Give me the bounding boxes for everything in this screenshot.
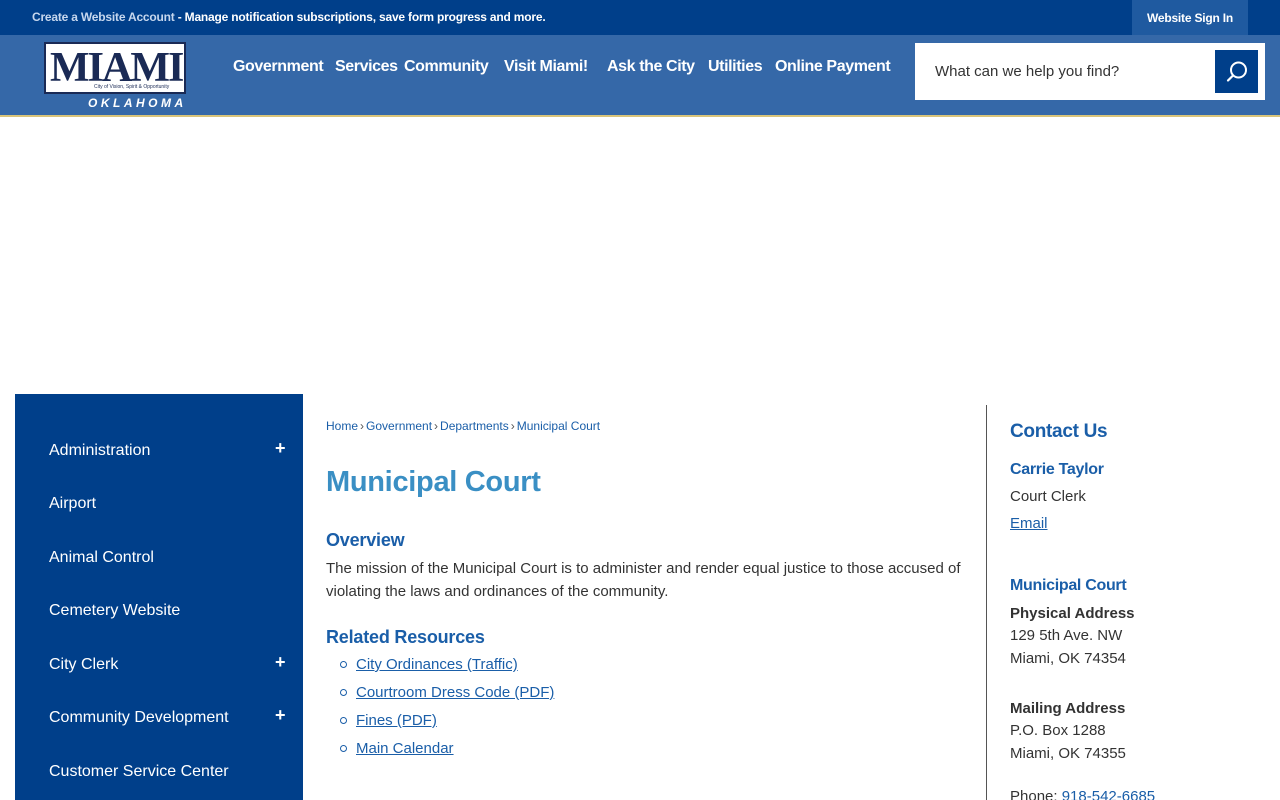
contact-name: Carrie Taylor — [1010, 461, 1104, 478]
overview-heading: Overview — [326, 530, 405, 550]
sidebar-item-airport[interactable]: Airport — [15, 479, 303, 532]
resource-link-fines[interactable]: Fines (PDF) — [356, 712, 437, 729]
mailing-address-line2: Miami, OK 74355 — [1010, 745, 1126, 762]
bullet-icon — [340, 689, 347, 696]
search-box — [915, 43, 1265, 100]
nav-services[interactable]: Services — [335, 58, 398, 80]
breadcrumb-departments[interactable]: Departments — [440, 419, 509, 433]
search-button[interactable] — [1215, 50, 1258, 93]
breadcrumb: Home › Government › Departments › Municipal Co… — [326, 419, 600, 433]
phone-link[interactable]: 918-542-6685 — [1062, 788, 1155, 800]
phone-row: Phone: 918-542-6685 — [1010, 788, 1155, 800]
overview-text: The mission of the Municipal Court is to… — [326, 560, 961, 600]
sidebar-item-label: City Clerk — [49, 656, 119, 673]
sidebar-item-label: Airport — [49, 495, 97, 512]
physical-address-line2: Miami, OK 74354 — [1010, 650, 1126, 667]
sidebar-item-animal-control[interactable]: Animal Control — [15, 533, 303, 586]
search-input[interactable] — [915, 43, 1213, 100]
nav-online-payment[interactable]: Online Payment — [775, 58, 891, 80]
mailing-address-line1: P.O. Box 1288 — [1010, 722, 1106, 739]
utility-bar: Create a Website Account - Manage notifi… — [0, 0, 1280, 35]
create-account-text: - Manage notification subscriptions, sav… — [174, 10, 546, 24]
breadcrumb-separator: › — [434, 419, 439, 433]
create-account-notice: Create a Website Account - Manage notifi… — [32, 10, 546, 24]
website-sign-in-button[interactable]: Website Sign In — [1132, 0, 1248, 35]
department-name: Municipal Court — [1010, 577, 1127, 594]
create-account-link[interactable]: Create a Website Account — [32, 10, 175, 24]
related-resources-heading: Related Resources — [326, 627, 485, 647]
physical-address-label: Physical Address — [1010, 605, 1135, 622]
miami-logo[interactable]: MIAMI City of Vision, Spirit & Opportuni… — [44, 42, 187, 110]
sidebar-item-community-development[interactable]: Community Development + — [15, 693, 303, 746]
sidebar-item-cemetery-website[interactable]: Cemetery Website — [15, 586, 303, 639]
sidebar-item-label: Customer Service Center — [49, 763, 229, 780]
breadcrumb-separator: › — [360, 419, 365, 433]
breadcrumb-separator: › — [510, 419, 515, 433]
logo-tagline: City of Vision, Spirit & Opportunity — [94, 84, 170, 90]
sidebar-nav: Administration + Airport Animal Control … — [15, 394, 303, 800]
sidebar-item-administration[interactable]: Administration + — [15, 426, 303, 479]
list-item: Main Calendar — [340, 738, 554, 766]
expand-plus-icon[interactable]: + — [275, 705, 286, 726]
logo-box: MIAMI City of Vision, Spirit & Opportuni… — [44, 42, 186, 94]
resource-link-main-calendar[interactable]: Main Calendar — [356, 740, 454, 757]
phone-label: Phone: — [1010, 788, 1058, 800]
search-icon — [1226, 61, 1247, 82]
bullet-icon — [340, 717, 347, 724]
contact-us-heading: Contact Us — [1010, 421, 1108, 442]
column-divider — [986, 405, 987, 800]
sidebar-item-customer-service-center[interactable]: Customer Service Center — [15, 747, 303, 800]
logo-state: OKLAHOMA — [88, 96, 187, 110]
page-title: Municipal Court — [326, 466, 541, 498]
breadcrumb-government[interactable]: Government — [366, 419, 432, 433]
list-item: Courtroom Dress Code (PDF) — [340, 682, 554, 710]
related-resources-list: City Ordinances (Traffic) Courtroom Dres… — [340, 654, 554, 766]
contact-role: Court Clerk — [1010, 488, 1086, 505]
resource-link-city-ordinances[interactable]: City Ordinances (Traffic) — [356, 656, 518, 673]
breadcrumb-municipal-court[interactable]: Municipal Court — [517, 419, 600, 433]
list-item: City Ordinances (Traffic) — [340, 654, 554, 682]
expand-plus-icon[interactable]: + — [275, 652, 286, 673]
sidebar-item-city-clerk[interactable]: City Clerk + — [15, 640, 303, 693]
sidebar-item-label: Animal Control — [49, 549, 154, 566]
contact-email-link[interactable]: Email — [1010, 515, 1048, 532]
list-item: Fines (PDF) — [340, 710, 554, 738]
nav-visit-miami[interactable]: Visit Miami! — [504, 58, 588, 80]
sidebar-item-label: Cemetery Website — [49, 602, 181, 619]
site-header: MIAMI City of Vision, Spirit & Opportuni… — [0, 35, 1280, 117]
bullet-icon — [340, 745, 347, 752]
sidebar-item-label: Community Development — [49, 709, 229, 726]
sidebar-item-label: Administration — [49, 442, 151, 459]
bullet-icon — [340, 661, 347, 668]
nav-utilities[interactable]: Utilities — [708, 58, 763, 80]
mailing-address-label: Mailing Address — [1010, 700, 1126, 717]
breadcrumb-home[interactable]: Home — [326, 419, 358, 433]
physical-address-line1: 129 5th Ave. NW — [1010, 627, 1123, 644]
nav-government[interactable]: Government — [233, 58, 324, 80]
resource-link-dress-code[interactable]: Courtroom Dress Code (PDF) — [356, 684, 554, 701]
nav-community[interactable]: Community — [404, 58, 489, 80]
expand-plus-icon[interactable]: + — [275, 438, 286, 459]
nav-ask-the-city[interactable]: Ask the City — [607, 58, 695, 80]
